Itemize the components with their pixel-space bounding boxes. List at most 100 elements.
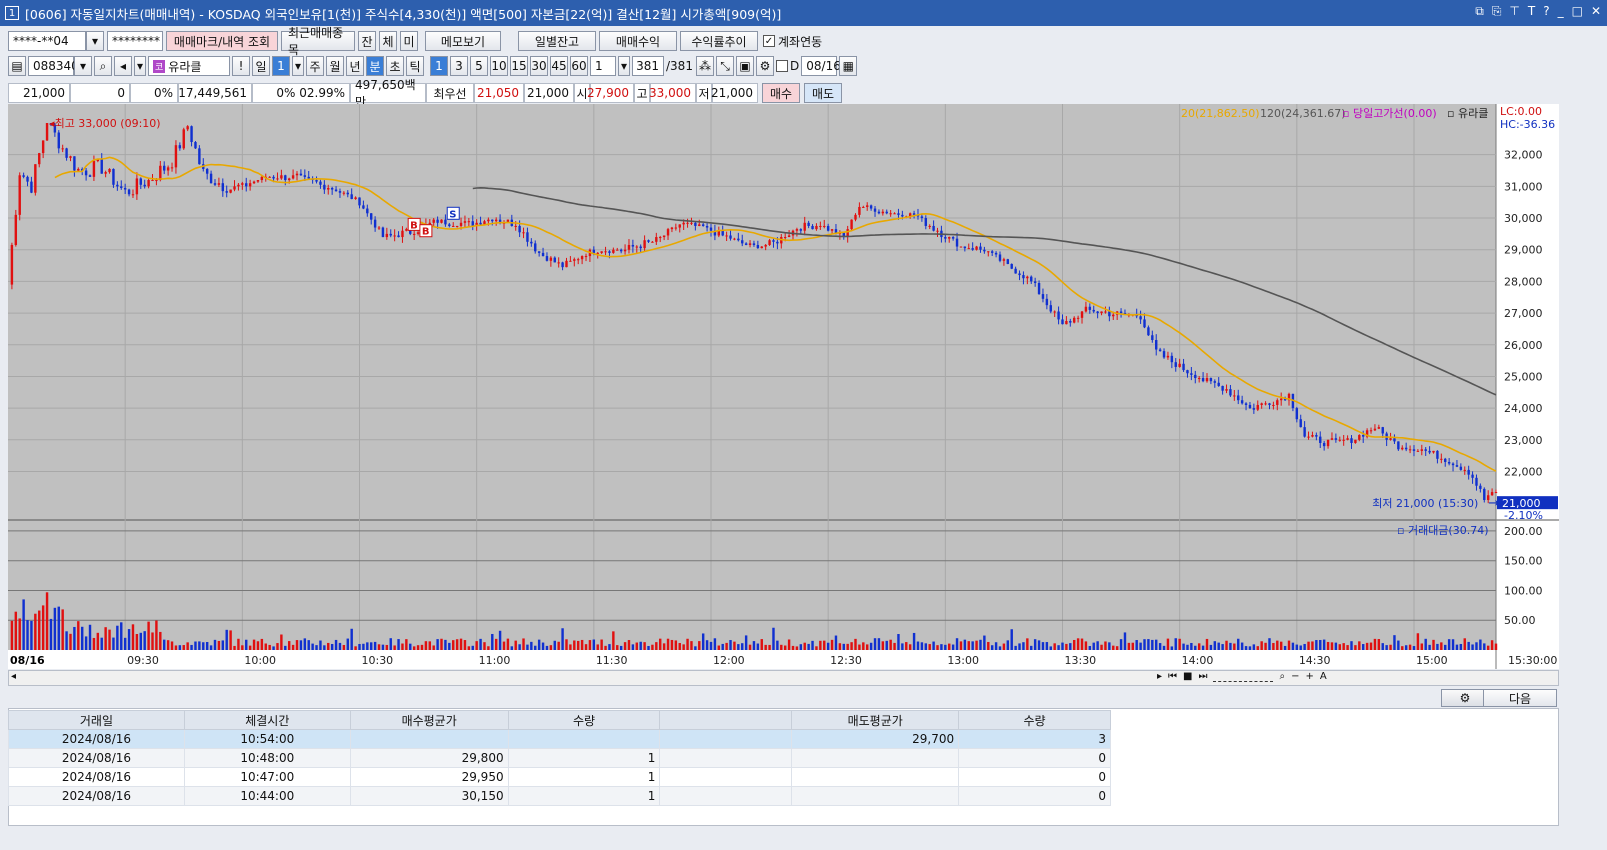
alert-icon[interactable]: ! (232, 56, 250, 76)
code-dropdown-icon[interactable]: ▾ (74, 56, 92, 76)
link-icon[interactable]: ⎘ (1492, 4, 1502, 19)
interval-dropdown-icon[interactable]: ▾ (618, 56, 630, 76)
minimize-icon[interactable]: _ (1558, 4, 1564, 19)
panel-settings-gear-icon[interactable]: ⚙ (1441, 689, 1489, 707)
checkbox-icon[interactable]: ✓ (763, 35, 775, 47)
volume-bar (1475, 642, 1478, 650)
interval-30-button[interactable]: 30 (530, 56, 548, 76)
sell-button[interactable]: 매도 (804, 83, 842, 103)
trade-profit-button[interactable]: 매매수익 (599, 31, 677, 51)
speaker-dropdown-icon[interactable]: ▾ (134, 56, 146, 76)
account-dropdown-icon[interactable]: ▾ (86, 31, 104, 51)
rewind-icon[interactable]: ⏮ (1168, 671, 1177, 682)
period-year-button[interactable]: 년 (346, 56, 364, 76)
fast-forward-icon[interactable]: ⏭ (1198, 671, 1207, 682)
profit-trend-button[interactable]: 수익률추이 (680, 31, 758, 51)
pin-icon[interactable]: ⊤ (1509, 4, 1519, 19)
balance-button[interactable]: 잔 (358, 31, 376, 51)
cell-blank (659, 767, 793, 787)
period-month-button[interactable]: 월 (326, 56, 344, 76)
help-icon[interactable]: ? (1543, 4, 1549, 19)
unexecuted-button[interactable]: 미 (400, 31, 418, 51)
interval-1-button[interactable]: 1 (430, 56, 448, 76)
volume-bar (1057, 645, 1060, 650)
account-link-checkbox[interactable]: ✓ 계좌연동 (763, 33, 822, 50)
interval-15-button[interactable]: 15 (510, 56, 528, 76)
search-icon[interactable]: ⌕ (94, 56, 112, 76)
table-row[interactable]: 2024/08/16 10:48:00 29,800 1 0 (8, 748, 1111, 768)
candle-body (1151, 335, 1154, 341)
interval-select[interactable]: 1 (590, 56, 616, 76)
interval-3-button[interactable]: 3 (450, 56, 468, 76)
stock-code-input[interactable]: 088340 (28, 56, 79, 76)
period-tick-button[interactable]: 틱 (406, 56, 424, 76)
time-tick-label: 12:00 (713, 654, 745, 667)
volume-bar (955, 638, 959, 650)
minus-icon[interactable]: − (1291, 671, 1299, 682)
period-dropdown-icon[interactable]: ▾ (292, 56, 304, 76)
interval-10-button[interactable]: 10 (490, 56, 508, 76)
chart-scrollbar[interactable]: ◂ ▸ ⏮ ■ ⏭ ⌕ − + A (8, 670, 1559, 686)
save-icon[interactable]: ▣ (736, 56, 754, 76)
table-row[interactable]: 2024/08/16 10:44:00 30,150 1 0 (8, 786, 1111, 806)
period-minute-button[interactable]: 분 (366, 56, 384, 76)
period-day-value[interactable]: 1 (272, 56, 290, 76)
scroll-left-icon[interactable]: ◂ (11, 671, 16, 682)
memo-button[interactable]: 메모보기 (425, 31, 501, 51)
restore-icon[interactable]: ⧉ (1475, 4, 1484, 19)
table-row[interactable]: 2024/08/16 10:47:00 29,950 1 0 (8, 767, 1111, 787)
candle-body (436, 219, 439, 223)
recent-trade-button[interactable]: 최근매매종목 (281, 26, 355, 57)
period-day-button[interactable]: 일 (252, 56, 270, 76)
settings-gear-icon[interactable]: ⚙ (756, 56, 774, 76)
interval-60-button[interactable]: 60 (570, 56, 588, 76)
calendar-icon[interactable]: ▦ (839, 56, 858, 76)
col-exec-time[interactable]: 체결시간 (183, 710, 351, 730)
plus-icon[interactable]: + (1305, 671, 1313, 682)
next-button[interactable]: 다음 (1483, 689, 1557, 707)
candle-body (1397, 441, 1400, 450)
volume-bar (838, 643, 842, 650)
col-buy-avg[interactable]: 매수평균가 (349, 710, 509, 730)
volume-bar (1451, 639, 1455, 650)
volume-bar (846, 643, 849, 650)
buy-button[interactable]: 매수 (762, 83, 800, 103)
period-second-button[interactable]: 초 (386, 56, 404, 76)
col-buy-qty[interactable]: 수량 (507, 710, 661, 730)
stock-name-field[interactable]: 코 유라클 (148, 56, 230, 76)
interval-5-button[interactable]: 5 (470, 56, 488, 76)
password-field[interactable]: ******** (107, 31, 163, 51)
daily-balance-button[interactable]: 일별잔고 (518, 31, 596, 51)
volume-bar (1440, 642, 1443, 650)
speaker-icon[interactable]: ◂ (114, 56, 132, 76)
col-sell-avg[interactable]: 매도평균가 (791, 710, 960, 730)
table-row[interactable]: 2024/08/16 10:54:00 29,700 3 (8, 729, 1111, 749)
trade-mark-query-button[interactable]: 매매마크/내역 조회 (166, 31, 278, 51)
maximize-icon[interactable]: □ (1572, 4, 1583, 19)
font-icon[interactable]: T (1528, 4, 1535, 19)
count-input[interactable]: 381 (632, 56, 664, 76)
interval-45-button[interactable]: 45 (550, 56, 568, 76)
candle-body (455, 225, 459, 227)
account-select[interactable]: ****-**04 (8, 31, 86, 51)
col-blank[interactable] (659, 710, 793, 730)
executed-button[interactable]: 체 (379, 31, 397, 51)
price-chart[interactable]: 32,000 31,000 30,000 29,000 28,000 27,000 26,0… (8, 104, 1559, 669)
date-input[interactable]: 08/16 (801, 56, 841, 76)
draw-tool-icon[interactable]: ⤡ (716, 56, 734, 76)
candle-body (139, 178, 142, 185)
zoom-in-icon[interactable]: ⌕ (1279, 671, 1285, 682)
date-checkbox[interactable] (776, 60, 788, 72)
candle-body (1041, 294, 1045, 299)
candle-body (112, 168, 115, 185)
stop-icon[interactable]: ■ (1183, 671, 1192, 682)
scroll-right-icon[interactable]: ▸ (1157, 671, 1162, 682)
zoom-slider[interactable] (1213, 671, 1274, 682)
col-sell-qty[interactable]: 수량 (958, 710, 1111, 730)
period-week-button[interactable]: 주 (306, 56, 324, 76)
stock-list-icon[interactable]: ▤ (8, 56, 26, 76)
col-trade-date[interactable]: 거래일 (8, 710, 185, 730)
text-tool-icon[interactable]: A (1320, 671, 1327, 682)
chart-type-icon[interactable]: ⁂ (696, 56, 714, 76)
close-icon[interactable]: ✕ (1591, 4, 1601, 19)
